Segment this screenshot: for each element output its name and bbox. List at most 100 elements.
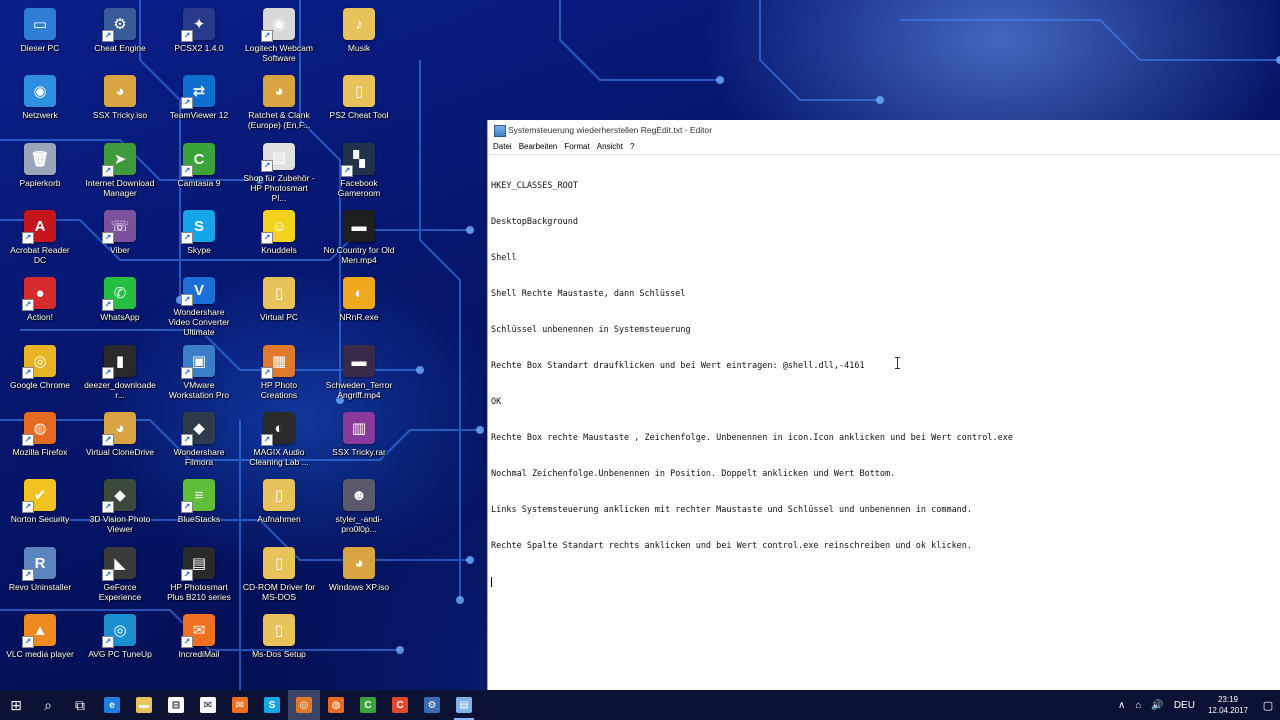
desktop-icon[interactable]: ▤Shop für Zubehör - HP Photosmart Pl... [242, 139, 316, 203]
ibeam-cursor-icon [895, 357, 902, 369]
desktop-icon-label: Ratchet & Clank (Europe) (En,F... [247, 110, 311, 130]
taskbar-button[interactable]: ▤ [448, 690, 480, 720]
notepad-window[interactable]: Systemsteuerung wiederherstellen RegEdit… [487, 120, 1280, 690]
window-title: Systemsteuerung wiederherstellen RegEdit… [508, 125, 713, 135]
desktop-icon[interactable]: ▯ Aufnahmen [242, 475, 316, 539]
desktop-icon[interactable]: ▦HP Photo Creations [242, 341, 316, 405]
desktop-icon[interactable]: ▯ PS2 Cheat Tool [322, 71, 396, 135]
task-view-icon: ⧉ [75, 696, 85, 713]
taskbar: ⊞ ⌕ ⧉ e ▬ ⊟ ✉ ✉ S ◎ ◍ C C ⚙ ▤ ∧ ⌂ 🔊 DEU 23:19 12.04.20… [0, 690, 1280, 720]
desktop-icon[interactable]: ✉IncrediMail [162, 610, 236, 674]
desktop-icon[interactable]: ≡BlueStacks [162, 475, 236, 539]
text-area[interactable]: HKEY_CLASSES_ROOT DesktopBackground Shel… [491, 156, 1277, 690]
recorder-icon: ◎ [296, 697, 312, 713]
taskbar-button[interactable]: ⧉ [64, 690, 96, 720]
filmora-icon: ◆ [181, 412, 215, 446]
desktop-icon[interactable]: ✔Norton Security [3, 475, 77, 539]
desktop-icon-label: Wondershare Video Converter Ultimate [168, 307, 230, 337]
desktop-icon[interactable]: ▚Facebook Gameroom [322, 139, 396, 203]
desktop-icon[interactable]: ◉Logitech Webcam Software [242, 4, 316, 68]
desktop-icon[interactable]: ◐MAGIX Audio Cleaning Lab ... [242, 408, 316, 472]
desktop-icon-label: Papierkorb [19, 178, 61, 188]
desktop-icon[interactable]: ◆3D Vision Photo Viewer [83, 475, 157, 539]
desktop-icon[interactable]: ◕Virtual CloneDrive [83, 408, 157, 472]
taskbar-button[interactable]: ⌕ [32, 690, 64, 720]
desktop-icon[interactable]: VWondershare Video Converter Ultimate [162, 273, 236, 337]
geforce-icon: ◣ [102, 547, 136, 581]
desktop-icon[interactable]: 🗑 Papierkorb [3, 139, 77, 203]
disc-image-icon: ◕ [104, 75, 136, 107]
network-icon[interactable]: ⌂ [1130, 700, 1146, 711]
photo-creations-icon: ▦ [261, 345, 295, 379]
desktop-icon[interactable]: ◣GeForce Experience [83, 543, 157, 607]
volume-icon[interactable]: 🔊 [1146, 700, 1168, 711]
taskbar-button[interactable]: ⚙ [416, 690, 448, 720]
desktop-icon[interactable]: ◎Google Chrome [3, 341, 77, 405]
desktop-icon[interactable]: ▣VMware Workstation Pro [162, 341, 236, 405]
desktop-icon[interactable]: ⚙Cheat Engine [83, 4, 157, 68]
desktop-icon[interactable]: ▯ CD-ROM Driver for MS-DOS [242, 543, 316, 607]
gameroom-icon: ▚ [341, 143, 375, 177]
desktop-icon[interactable]: ▮deezer_downloader... [83, 341, 157, 405]
notifications-icon[interactable]: ▢ [1256, 690, 1280, 720]
menu-help[interactable]: ? [630, 140, 640, 154]
taskbar-button[interactable]: C [352, 690, 384, 720]
desktop-icon[interactable]: ▤HP Photosmart Plus B210 series [162, 543, 236, 607]
desktop-icon[interactable]: ◕ Windows XP.iso [322, 543, 396, 607]
desktop-icon[interactable]: ◎AVG PC TuneUp [83, 610, 157, 674]
desktop-icon[interactable]: ◐ NRnR.exe [322, 273, 396, 337]
desktop-icon[interactable]: ▯ Ms-Dos Setup [242, 610, 316, 674]
tray-chevron-icon[interactable]: ∧ [1113, 700, 1130, 711]
taskbar-button[interactable]: ✉ [192, 690, 224, 720]
clock[interactable]: 23:19 12.04.2017 [1200, 694, 1256, 716]
desktop-icon[interactable]: ✦PCSX2 1.4.0 [162, 4, 236, 68]
taskbar-button[interactable]: ▬ [128, 690, 160, 720]
vmware-icon: ▣ [181, 345, 215, 379]
language-indicator[interactable]: DEU [1169, 700, 1200, 711]
taskbar-items: ⊞ ⌕ ⧉ e ▬ ⊟ ✉ ✉ S ◎ ◍ C C ⚙ ▤ [0, 690, 480, 720]
menu-bearbeiten[interactable]: Bearbeiten [519, 140, 564, 154]
taskbar-button[interactable]: ◎ [288, 690, 320, 720]
desktop-icon[interactable]: ◆Wondershare Filmora [162, 408, 236, 472]
taskbar-button[interactable]: ⊟ [160, 690, 192, 720]
desktop-icon[interactable]: ☺Knuddels [242, 206, 316, 270]
taskbar-button[interactable]: S [256, 690, 288, 720]
desktop-icon[interactable]: ▬ Schweden_Terror Angriff.mp4 [322, 341, 396, 405]
desktop-icon[interactable]: ▭ Dieser PC [3, 4, 77, 68]
desktop-icon[interactable]: SSkype [162, 206, 236, 270]
desktop-icon[interactable]: ▲VLC media player [3, 610, 77, 674]
desktop-icon[interactable]: ☏Viber [83, 206, 157, 270]
desktop-icon[interactable]: CCamtasia 9 [162, 139, 236, 203]
desktop-icon-label: SSX Tricky.rar [332, 447, 386, 457]
desktop-icon[interactable]: ✆WhatsApp [83, 273, 157, 337]
desktop-icon[interactable]: ◕ Ratchet & Clank (Europe) (En,F... [242, 71, 316, 135]
taskbar-button[interactable]: ◍ [320, 690, 352, 720]
taskbar-button[interactable]: ✉ [224, 690, 256, 720]
menu-format[interactable]: Format [564, 140, 595, 154]
notepad-title-bar[interactable]: Systemsteuerung wiederherstellen RegEdit… [488, 120, 1280, 140]
desktop-icon[interactable]: AAcrobat Reader DC [3, 206, 77, 270]
taskbar-button[interactable]: e [96, 690, 128, 720]
taskbar-button[interactable]: C [384, 690, 416, 720]
store-icon: ⊟ [168, 697, 184, 713]
menu-datei[interactable]: Datei [493, 140, 518, 154]
desktop-icon[interactable]: ▥ SSX Tricky.rar [322, 408, 396, 472]
desktop-icon[interactable]: RRevo Uninstaller [3, 543, 77, 607]
desktop-icon[interactable]: ⇄TeamViewer 12 [162, 71, 236, 135]
menu-ansicht[interactable]: Ansicht [597, 140, 629, 154]
desktop-icon[interactable]: ☻ styler_-andi-pro0l0p... [322, 475, 396, 539]
desktop-icon-label: PS2 Cheat Tool [329, 110, 389, 120]
desktop-icon[interactable]: ●Action! [3, 273, 77, 337]
desktop-icon[interactable]: ▯ Virtual PC [242, 273, 316, 337]
desktop-icon[interactable]: ◉ Netzwerk [3, 71, 77, 135]
desktop-icon-label: Virtual PC [259, 312, 299, 322]
desktop-icon-label: HP Photo Creations [260, 380, 298, 400]
desktop-icon[interactable]: ▬ No Country for Old Men.mp4 [322, 206, 396, 270]
desktop-icon[interactable]: ➤Internet Download Manager [83, 139, 157, 203]
text-line: Rechte Box Standart draufklicken und bei… [491, 361, 865, 371]
desktop-icon[interactable]: ◍Mozilla Firefox [3, 408, 77, 472]
notepad-icon [494, 125, 506, 137]
taskbar-button[interactable]: ⊞ [0, 690, 32, 720]
desktop-icon[interactable]: ◕ SSX Tricky.iso [83, 71, 157, 135]
desktop-icon[interactable]: ♪ Musik [322, 4, 396, 68]
